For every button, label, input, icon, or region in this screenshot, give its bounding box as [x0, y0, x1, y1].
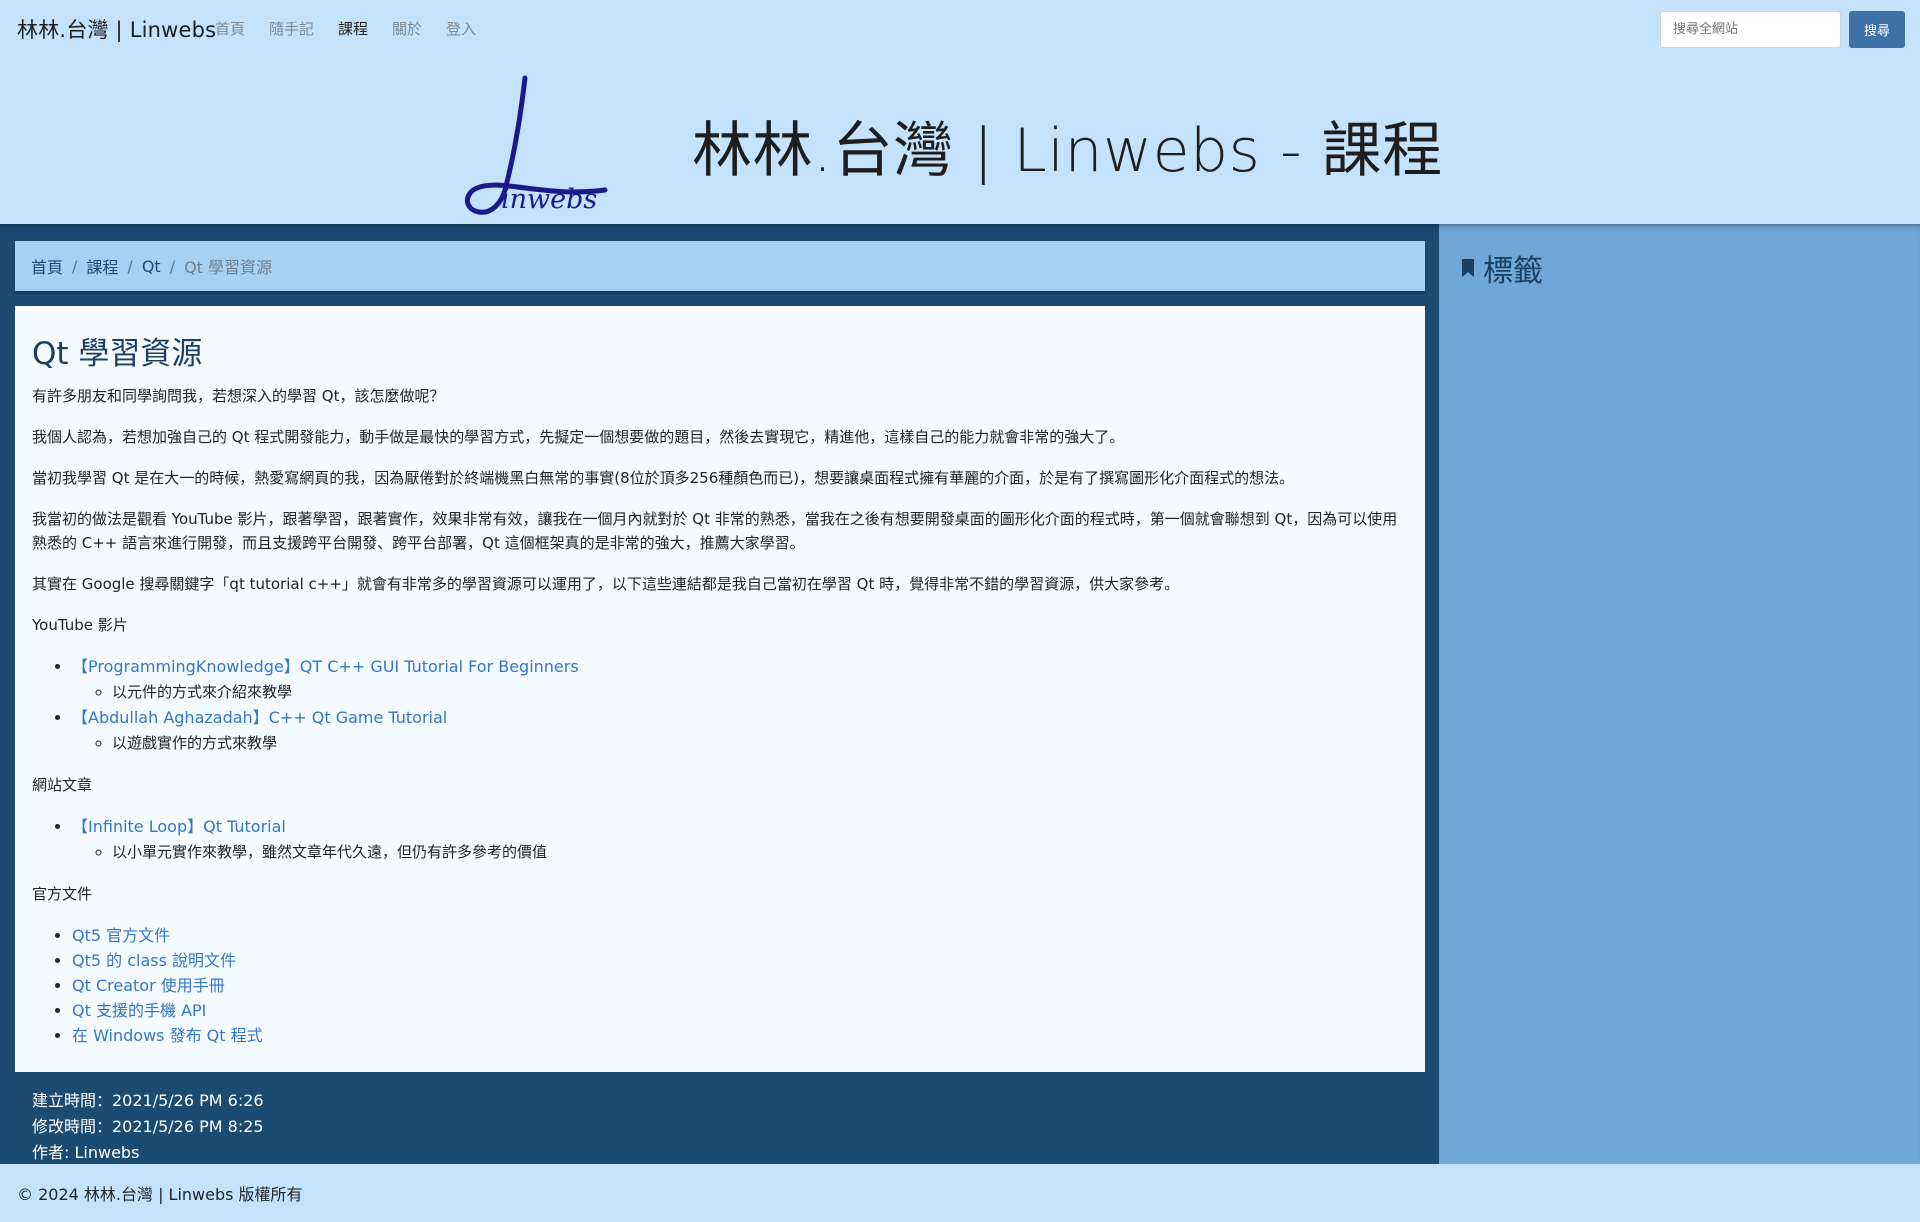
article-paragraph: 我當初的做法是觀看 YouTube 影片，跟著學習，跟著實作，效果非常有效，讓我…: [32, 510, 1398, 552]
brand-link[interactable]: 林林.台灣 | Linwebs: [17, 14, 216, 44]
list-item: Qt5 的 class 說明文件: [72, 948, 1408, 973]
modified-time: 修改時間：2021/5/26 PM 8:25: [32, 1117, 264, 1136]
main-content: 首頁 / 課程 / Qt / Qt 學習資源 Qt 學習資源 有許多朋友和同學詢…: [0, 224, 1439, 1164]
section-heading-official: 官方文件: [32, 885, 93, 903]
search-input[interactable]: [1660, 11, 1841, 48]
search-button[interactable]: 搜尋: [1849, 11, 1905, 48]
breadcrumb-courses[interactable]: 課程: [86, 254, 118, 278]
list-item: 【Infinite Loop】Qt Tutorial 以小單元實作來教學，雖然文…: [72, 814, 1408, 865]
top-navbar: 林林.台灣 | Linwebs 首頁 隨手記 課程 關於 登入 搜尋: [0, 0, 1920, 58]
article-paragraph: 其實在 Google 搜尋關鍵字「qt tutorial c++」就會有非常多的…: [32, 575, 1180, 593]
breadcrumb-qt[interactable]: Qt: [142, 257, 161, 276]
youtube-link[interactable]: 【ProgrammingKnowledge】QT C++ GUI Tutoria…: [72, 657, 579, 676]
article-meta: 建立時間：2021/5/26 PM 6:26 修改時間：2021/5/26 PM…: [32, 1088, 264, 1166]
article-card: Qt 學習資源 有許多朋友和同學詢問我，若想深入的學習 Qt，該怎麼做呢？ 我個…: [15, 306, 1425, 1072]
nav-notes[interactable]: 隨手記: [269, 18, 314, 39]
breadcrumb-separator: /: [169, 256, 176, 276]
tags-heading-label: 標籤: [1483, 254, 1543, 289]
youtube-link[interactable]: 【Abdullah Aghazadah】C++ Qt Game Tutorial: [72, 708, 447, 727]
official-doc-link[interactable]: Qt 支援的手機 API: [72, 1001, 206, 1020]
list-item: 【ProgrammingKnowledge】QT C++ GUI Tutoria…: [72, 654, 1408, 705]
official-docs-list: Qt5 官方文件 Qt5 的 class 說明文件 Qt Creator 使用手…: [32, 923, 1408, 1048]
breadcrumb-separator: /: [72, 256, 78, 276]
linwebs-logo[interactable]: inwebs: [455, 72, 610, 222]
nav-about[interactable]: 關於: [392, 18, 422, 39]
page-banner-title: 林林.台灣 | Linwebs - 課程: [692, 116, 1443, 186]
author: 作者: Linwebs: [32, 1143, 140, 1162]
article-paragraph: 當初我學習 Qt 是在大一的時候，熱愛寫網頁的我，因為厭倦對於終端機黑白無常的事…: [32, 469, 1295, 487]
nav-login[interactable]: 登入: [446, 18, 476, 39]
list-item: Qt5 官方文件: [72, 923, 1408, 948]
article-paragraph: 有許多朋友和同學詢問我，若想深入的學習 Qt，該怎麼做呢？: [32, 387, 445, 405]
nav-home[interactable]: 首頁: [215, 18, 245, 39]
nav-courses[interactable]: 課程: [338, 18, 368, 39]
article-paragraph: 我個人認為，若想加強自己的 Qt 程式開發能力，動手做是最快的學習方式，先擬定一…: [32, 428, 1125, 446]
copyright: © 2024 林林.台灣 | Linwebs 版權所有: [17, 1185, 303, 1204]
svg-text:inwebs: inwebs: [501, 184, 597, 215]
list-item-note: 以元件的方式來介紹來教學: [112, 679, 1408, 705]
created-time: 建立時間：2021/5/26 PM 6:26: [32, 1091, 264, 1110]
breadcrumb-home[interactable]: 首頁: [31, 254, 63, 278]
bookmark-icon: [1462, 259, 1474, 277]
list-item: 在 Windows 發布 Qt 程式: [72, 1023, 1408, 1048]
web-article-link[interactable]: 【Infinite Loop】Qt Tutorial: [72, 817, 286, 836]
article-title: Qt 學習資源: [32, 336, 203, 372]
official-doc-link[interactable]: Qt5 官方文件: [72, 926, 170, 945]
breadcrumb: 首頁 / 課程 / Qt / Qt 學習資源: [15, 241, 1425, 291]
list-item: Qt Creator 使用手冊: [72, 973, 1408, 998]
breadcrumb-separator: /: [127, 256, 133, 276]
official-doc-link[interactable]: 在 Windows 發布 Qt 程式: [72, 1026, 263, 1045]
web-article-list: 【Infinite Loop】Qt Tutorial 以小單元實作來教學，雖然文…: [32, 814, 1408, 865]
list-item-note: 以遊戲實作的方式來教學: [112, 730, 1408, 756]
section-heading-youtube: YouTube 影片: [32, 616, 128, 634]
main-nav: 首頁 隨手記 課程 關於 登入: [215, 18, 500, 39]
breadcrumb-current: Qt 學習資源: [184, 258, 273, 277]
official-doc-link[interactable]: Qt Creator 使用手冊: [72, 976, 225, 995]
section-heading-web: 網站文章: [32, 776, 93, 794]
list-item: 【Abdullah Aghazadah】C++ Qt Game Tutorial…: [72, 705, 1408, 756]
list-item-note: 以小單元實作來教學，雖然文章年代久遠，但仍有許多參考的價值: [112, 839, 1408, 865]
footer: © 2024 林林.台灣 | Linwebs 版權所有: [0, 1164, 1920, 1222]
youtube-list: 【ProgrammingKnowledge】QT C++ GUI Tutoria…: [32, 654, 1408, 756]
sidebar: 標籤: [1439, 224, 1920, 1164]
official-doc-link[interactable]: Qt5 的 class 說明文件: [72, 951, 236, 970]
tags-heading: 標籤: [1461, 246, 1543, 290]
list-item: Qt 支援的手機 API: [72, 998, 1408, 1023]
site-header: inwebs 林林.台灣 | Linwebs - 課程: [0, 58, 1920, 224]
